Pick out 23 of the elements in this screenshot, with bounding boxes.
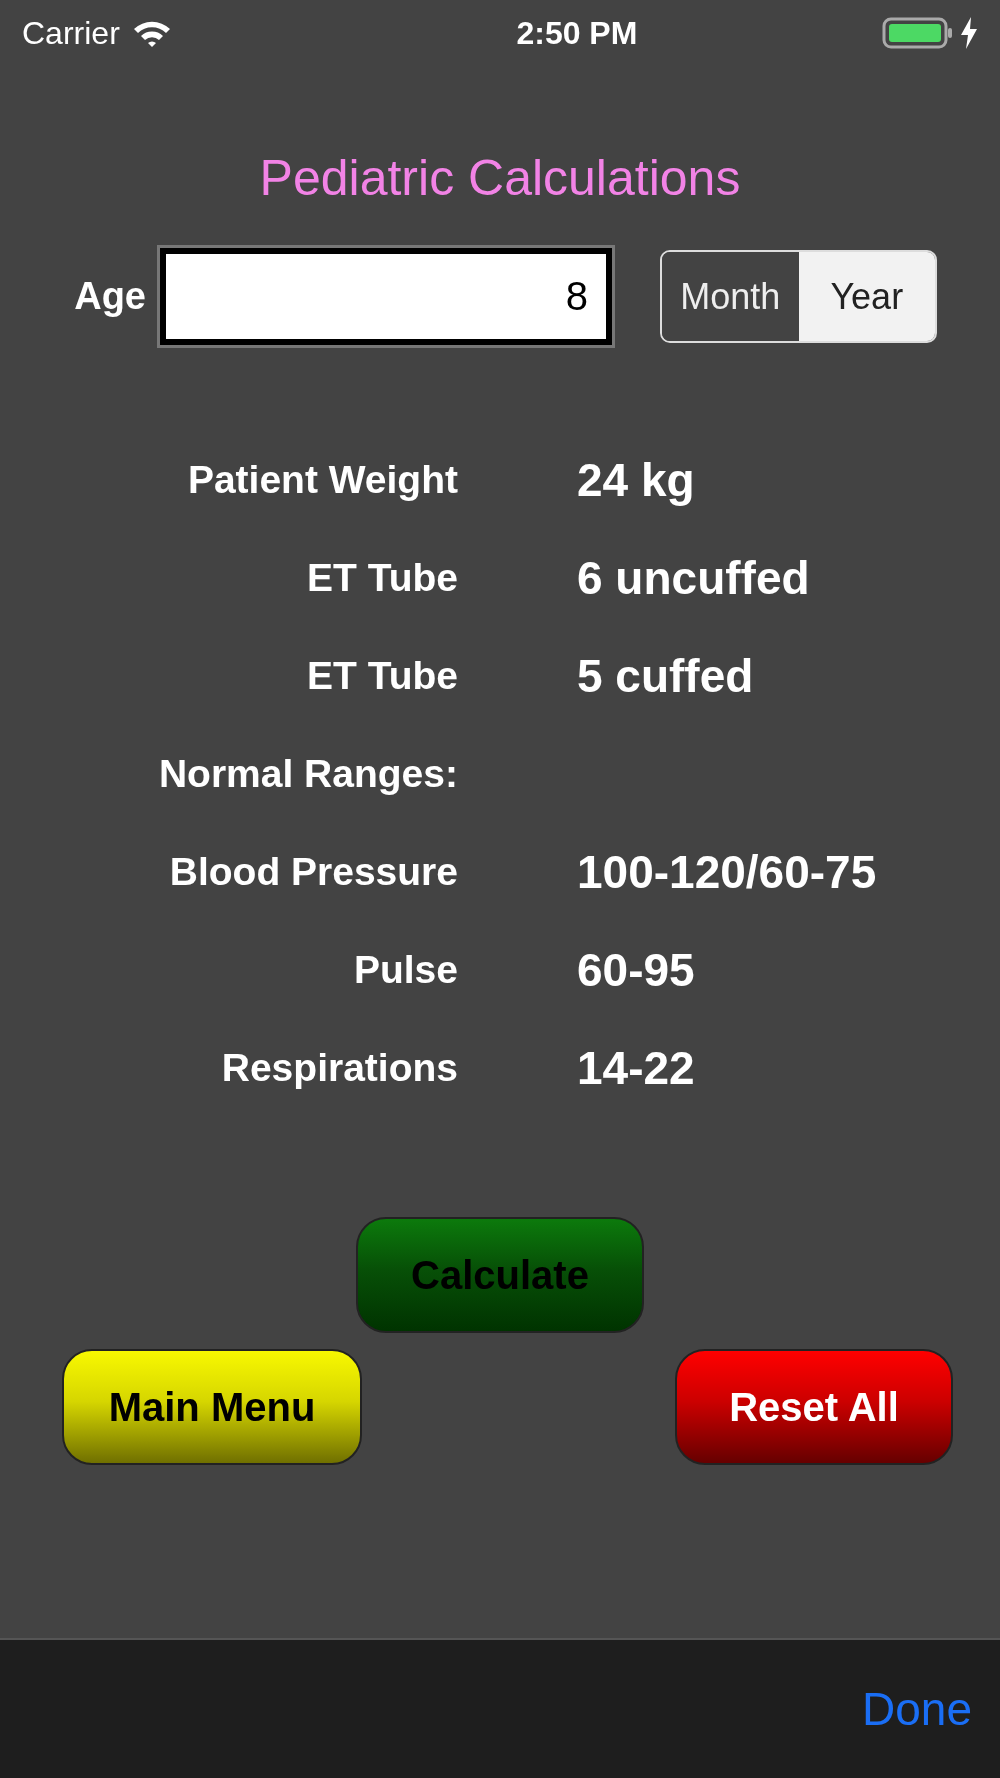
reset-button[interactable]: Reset All: [675, 1349, 953, 1465]
result-label: Patient Weight: [186, 456, 458, 503]
age-input-field[interactable]: 8: [160, 248, 612, 345]
result-label: Respirations: [220, 1044, 458, 1091]
result-value: 14-22: [577, 1040, 695, 1096]
result-value: 5 cuffed: [577, 648, 754, 704]
main-menu-button[interactable]: Main Menu: [62, 1349, 362, 1465]
result-value: 60-95: [577, 942, 695, 998]
result-value: 100-120/60-75: [577, 844, 877, 900]
result-label: ET Tube: [306, 652, 458, 699]
carrier-label: Carrier: [22, 13, 120, 53]
result-label: ET Tube: [306, 554, 458, 601]
result-value: 24 kg: [577, 452, 695, 508]
result-value: 6 uncuffed: [577, 550, 810, 606]
segment-button[interactable]: Year: [798, 252, 935, 341]
battery-icon: [882, 15, 954, 50]
age-label: Age: [73, 274, 147, 319]
result-label: Normal Ranges:: [157, 750, 458, 797]
result-label: Blood Pressure: [168, 848, 458, 895]
done-button[interactable]: Done: [862, 1674, 972, 1744]
clock-time: 2:50 PM: [515, 13, 638, 53]
screen-title: Pediatric Calculations: [258, 149, 742, 208]
result-label: Pulse: [352, 946, 458, 993]
